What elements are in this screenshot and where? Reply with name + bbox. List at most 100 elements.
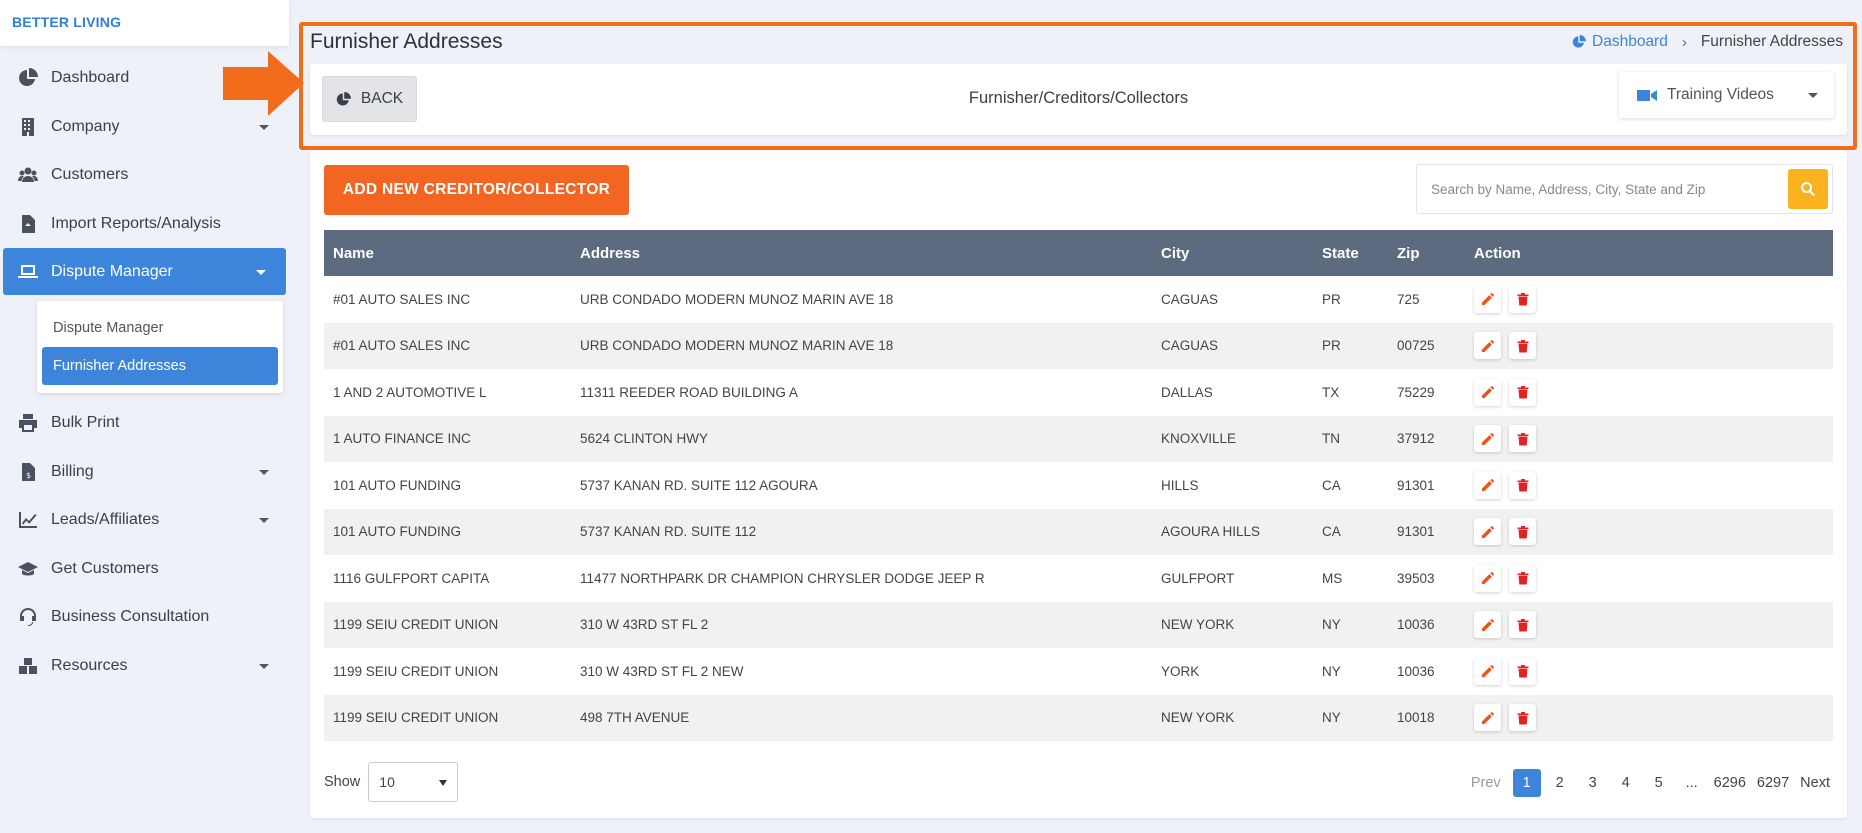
add-new-creditor-button[interactable]: ADD NEW CREDITOR/COLLECTOR	[324, 165, 629, 215]
sidebar-item-import-reports[interactable]: Import Reports/Analysis	[0, 200, 289, 249]
edit-button[interactable]	[1474, 564, 1501, 592]
cell-state: PR	[1322, 291, 1341, 307]
edit-button[interactable]	[1474, 611, 1501, 639]
cell-city: GULFPORT	[1161, 570, 1235, 586]
sidebar-item-label: Dispute Manager	[51, 262, 173, 280]
pagination-page[interactable]: 6297	[1754, 769, 1792, 797]
pagination-page[interactable]: 1	[1512, 769, 1541, 797]
invoice-icon: $	[17, 461, 39, 483]
cell-zip: 39503	[1397, 570, 1435, 586]
column-header-city[interactable]: City	[1152, 230, 1313, 276]
sidebar-item-leads-affiliates[interactable]: Leads/Affiliates	[0, 496, 289, 545]
chevron-right-icon: ›	[1681, 33, 1687, 51]
cell-action	[1465, 369, 1833, 416]
edit-button[interactable]	[1474, 285, 1501, 313]
row-actions	[1474, 704, 1833, 732]
sidebar-item-label: Import Reports/Analysis	[51, 214, 221, 232]
table-row: 1116 GULFPORT CAPITA 11477 NORTHPARK DR C…	[324, 555, 1833, 602]
sidebar-item-get-customers[interactable]: Get Customers	[0, 545, 289, 594]
cell-zip: 91301	[1397, 477, 1435, 493]
caret-down-icon	[439, 780, 448, 786]
column-header-zip[interactable]: Zip	[1388, 230, 1465, 276]
cell-name: 101 AUTO FUNDING	[333, 524, 462, 540]
cell-action	[1465, 462, 1833, 509]
cell-city: NEW YORK	[1161, 617, 1235, 633]
search-button[interactable]	[1788, 169, 1828, 209]
cell-zip: 725	[1397, 291, 1420, 307]
cell-name: 1199 SEIU CREDIT UNION	[333, 710, 499, 726]
sidebar-item-resources[interactable]: Resources	[0, 642, 289, 691]
delete-button[interactable]	[1509, 332, 1536, 360]
edit-button[interactable]	[1474, 425, 1501, 453]
row-actions	[1474, 378, 1833, 406]
pagination-page[interactable]: 6296	[1711, 769, 1749, 797]
cell-state: MS	[1322, 570, 1343, 586]
cell-state: NY	[1322, 663, 1341, 679]
pagination-page[interactable]: 4	[1612, 769, 1640, 797]
edit-button[interactable]	[1474, 704, 1501, 732]
svg-text:$: $	[26, 471, 31, 480]
laptop-icon	[17, 261, 39, 283]
sidebar-item-label: Leads/Affiliates	[51, 511, 160, 529]
pagination-next[interactable]: Next	[1797, 769, 1833, 797]
sidebar: BETTER LIVING Dashboard Company Customer…	[0, 0, 289, 833]
table-body: #01 AUTO SALES INC URB CONDADO MODERN MUN…	[324, 276, 1833, 741]
page-size-select[interactable]: 10	[368, 762, 459, 802]
cell-action	[1465, 416, 1833, 463]
edit-button[interactable]	[1474, 518, 1501, 546]
delete-button[interactable]	[1509, 285, 1536, 313]
pencil-icon	[1481, 525, 1494, 538]
row-actions	[1474, 611, 1833, 639]
submenu-item-dispute-manager[interactable]: Dispute Manager	[42, 309, 278, 347]
page-toolbar: BACK Furnisher/Creditors/Collectors Trai…	[310, 64, 1847, 135]
graduation-cap-icon	[17, 558, 39, 580]
brand-logo[interactable]: BETTER LIVING	[0, 0, 289, 46]
column-header-name[interactable]: Name	[324, 230, 571, 276]
sidebar-item-billing[interactable]: $ Billing	[0, 448, 289, 497]
training-videos-dropdown[interactable]: Training Videos	[1619, 72, 1834, 118]
delete-button[interactable]	[1509, 378, 1536, 406]
pagination-prev[interactable]: Prev	[1468, 769, 1504, 797]
column-header-state[interactable]: State	[1313, 230, 1388, 276]
edit-button[interactable]	[1474, 332, 1501, 360]
highlight-arrow-icon	[223, 51, 304, 116]
cell-address: 310 W 43RD ST FL 2 NEW	[580, 663, 744, 679]
pagination-page[interactable]: 2	[1546, 769, 1574, 797]
cell-name: #01 AUTO SALES INC	[333, 338, 471, 354]
sidebar-item-customers[interactable]: Customers	[0, 151, 289, 200]
edit-button[interactable]	[1474, 378, 1501, 406]
pagination-page[interactable]: 5	[1645, 769, 1673, 797]
trash-icon	[1517, 479, 1528, 492]
sidebar-item-business-consultation[interactable]: Business Consultation	[0, 593, 289, 642]
submenu-item-furnisher-addresses[interactable]: Furnisher Addresses	[42, 347, 278, 385]
row-actions	[1474, 518, 1833, 546]
delete-button[interactable]	[1509, 611, 1536, 639]
delete-button[interactable]	[1509, 425, 1536, 453]
cell-city: CAGUAS	[1161, 338, 1219, 354]
pencil-icon	[1481, 386, 1494, 399]
cell-address: URB CONDADO MODERN MUNOZ MARIN AVE 18	[580, 338, 894, 354]
pagination-page[interactable]: 3	[1579, 769, 1607, 797]
sidebar-item-dispute-manager[interactable]: Dispute Manager	[3, 248, 286, 295]
page-title: Furnisher Addresses	[310, 30, 503, 53]
cell-name: 101 AUTO FUNDING	[333, 477, 462, 493]
delete-button[interactable]	[1509, 657, 1536, 685]
cell-state: TN	[1322, 431, 1340, 447]
sidebar-item-label: Bulk Print	[51, 414, 120, 432]
pencil-icon	[1481, 572, 1494, 585]
sidebar-item-bulk-print[interactable]: Bulk Print	[0, 399, 289, 448]
cell-city: NEW YORK	[1161, 710, 1235, 726]
print-icon	[17, 412, 39, 434]
cell-address: 5737 KANAN RD. SUITE 112	[580, 524, 757, 540]
delete-button[interactable]	[1509, 704, 1536, 732]
delete-button[interactable]	[1509, 471, 1536, 499]
column-header-address[interactable]: Address	[571, 230, 1152, 276]
edit-button[interactable]	[1474, 471, 1501, 499]
breadcrumb-dashboard-link[interactable]: Dashboard	[1572, 33, 1668, 51]
edit-button[interactable]	[1474, 657, 1501, 685]
trash-icon	[1517, 432, 1528, 446]
delete-button[interactable]	[1509, 564, 1536, 592]
search-input[interactable]	[1417, 165, 1788, 213]
delete-button[interactable]	[1509, 518, 1536, 546]
table-row: 101 AUTO FUNDING 5737 KANAN RD. SUITE 112…	[324, 462, 1833, 509]
